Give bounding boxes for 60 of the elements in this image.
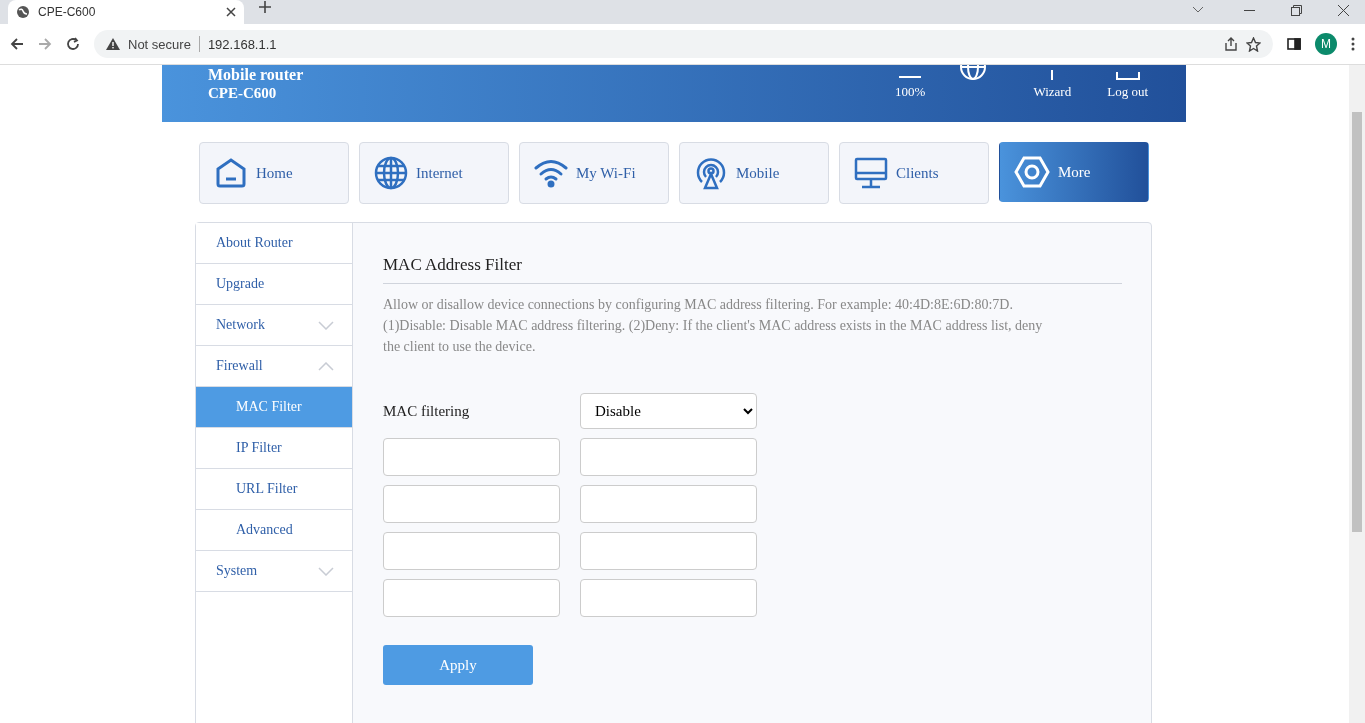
- profile-avatar[interactable]: M: [1315, 33, 1337, 55]
- sidebar-item[interactable]: Network: [196, 305, 352, 346]
- sidebar-subitem[interactable]: Advanced: [196, 510, 352, 551]
- field-label: MAC filtering: [383, 402, 471, 420]
- battery-level: 100%: [895, 84, 926, 100]
- home-icon: [214, 156, 248, 190]
- warning-icon: [106, 38, 120, 50]
- mac-address-field[interactable]: [383, 532, 560, 570]
- nav-tab[interactable]: Clients: [839, 142, 989, 204]
- nav-tab[interactable]: More: [999, 142, 1149, 202]
- mac-address-field[interactable]: [383, 485, 560, 523]
- chevron-down-icon: [318, 320, 334, 330]
- nav-tab[interactable]: My Wi-Fi: [519, 142, 669, 204]
- reload-icon[interactable]: [66, 37, 80, 51]
- nav-tab[interactable]: Mobile: [679, 142, 829, 204]
- security-label: Not secure: [128, 36, 191, 52]
- url-text: 192.168.1.1: [207, 36, 277, 52]
- globe-icon[interactable]: [959, 65, 988, 81]
- star-icon[interactable]: [1246, 36, 1261, 52]
- share-icon[interactable]: [1224, 37, 1238, 51]
- mac-address-field[interactable]: [383, 579, 560, 617]
- header-action[interactable]: Wizard: [1033, 70, 1072, 100]
- minimize-icon[interactable]: [1244, 10, 1255, 12]
- globe-icon: [16, 5, 30, 19]
- back-arrow-icon[interactable]: [10, 37, 24, 51]
- mac-address-field[interactable]: [580, 579, 757, 617]
- description-text: Allow or disallow device connections by configuring MAC address filtering. For example: 40:4D:8E:6D:80:7D. (1)Disable: Disable MAC address filtering. (2)Deny: If the client's MAC address exists in the MAC address list, deny the client to use the device.: [383, 296, 1044, 356]
- side-panel-icon[interactable]: [1287, 38, 1301, 50]
- browser-tab[interactable]: CPE-C600: [8, 0, 244, 24]
- mac-address-field[interactable]: [580, 438, 757, 476]
- menu-icon[interactable]: [1351, 37, 1355, 51]
- close-icon[interactable]: [226, 7, 236, 17]
- globe-icon: [374, 156, 408, 190]
- wifi-icon: [534, 158, 568, 188]
- nav-tab[interactable]: Home: [199, 142, 349, 204]
- model-name: CPE-C600: [208, 84, 278, 102]
- antenna-icon: [694, 156, 728, 190]
- sidebar-item[interactable]: Upgrade: [196, 264, 352, 305]
- mac-address-field[interactable]: [383, 438, 560, 476]
- chevron-up-icon: [318, 361, 334, 371]
- filter-mode-dropdown[interactable]: Disable: [580, 393, 757, 429]
- mac-address-field[interactable]: [580, 532, 757, 570]
- sidebar-subitem[interactable]: URL Filter: [196, 469, 352, 510]
- sidebar-item[interactable]: System: [196, 551, 352, 592]
- sidebar-subitem[interactable]: IP Filter: [196, 428, 352, 469]
- nav-tab[interactable]: Internet: [359, 142, 509, 204]
- app-title: Mobile router: [208, 66, 304, 84]
- section-title: MAC Address Filter: [383, 255, 1122, 284]
- chevron-down-icon: [318, 566, 334, 576]
- monitor-icon: [854, 156, 888, 190]
- close-icon[interactable]: [1338, 5, 1349, 16]
- sidebar-item[interactable]: About Router: [196, 223, 352, 264]
- scrollbar[interactable]: [1349, 65, 1365, 723]
- address-bar[interactable]: Not secure 192.168.1.1: [94, 30, 1273, 58]
- header-action[interactable]: Log out: [1107, 72, 1148, 100]
- mac-address-field[interactable]: [580, 485, 757, 523]
- tab-title: CPE-C600: [38, 5, 97, 19]
- chevron-down-icon[interactable]: [1192, 6, 1204, 14]
- restore-icon[interactable]: [1291, 5, 1302, 16]
- hexagon-icon: [1014, 155, 1050, 189]
